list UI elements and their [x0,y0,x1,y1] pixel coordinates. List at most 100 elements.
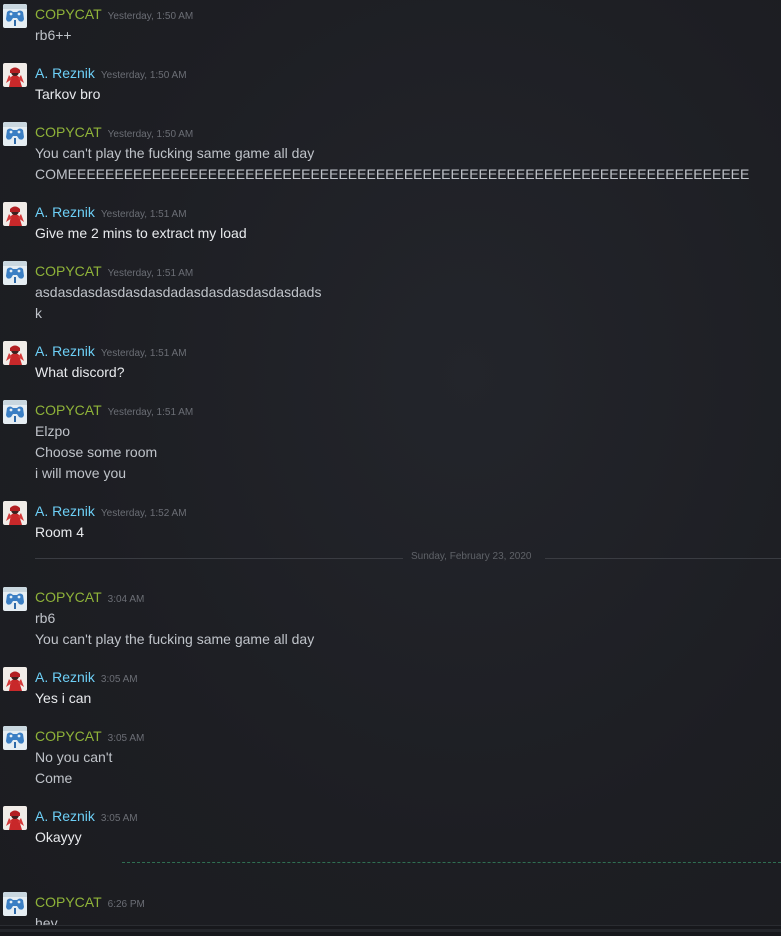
reznik-avatar[interactable] [3,806,27,830]
reznik-avatar[interactable] [3,341,27,365]
message-timestamp: Yesterday, 1:50 AM [100,70,187,81]
blue-controller-avatar-icon [3,892,27,916]
message-body: asdasdasdasdasdasdadasdasdasdasdasdads k [35,282,321,324]
message-header: COPYCAT 3:04 AM [35,588,144,606]
message-header: A. Reznik Yesterday, 1:52 AM [35,502,187,520]
message-timestamp: Yesterday, 1:50 AM [107,129,194,140]
copycat-avatar[interactable] [3,587,27,611]
message-body: No you can't Come [35,747,112,789]
divider-rule-right [545,558,781,559]
message-text: Choose some room [35,444,158,460]
red-character-avatar-icon [3,501,27,525]
message-body: Elzpo Choose some room i will move you [35,421,157,484]
message-timestamp: 3:05 AM [107,733,145,744]
copycat-avatar[interactable] [3,122,27,146]
message-timestamp: Yesterday, 1:52 AM [100,508,187,519]
copycat-avatar[interactable] [3,4,27,28]
message-timestamp: Yesterday, 1:51 AM [100,209,187,220]
message-header: A. Reznik 3:05 AM [35,668,138,686]
message-body: Tarkov bro [35,84,100,105]
blue-controller-avatar-icon [3,4,27,28]
message-body: Okayyy [35,827,82,848]
blue-controller-avatar-icon [3,726,27,750]
message-body: Room 4 [35,522,84,543]
message-header: A. Reznik Yesterday, 1:50 AM [35,64,187,82]
message-text: No you can't [35,749,113,765]
sender-name[interactable]: COPYCAT [35,263,102,279]
message-text: i will move you [35,465,127,481]
message-header: A. Reznik Yesterday, 1:51 AM [35,203,187,221]
message-text: You can't play the fucking same game all… [35,631,315,647]
message-header: A. Reznik 3:05 AM [35,807,138,825]
sender-name[interactable]: COPYCAT [35,124,102,140]
message-timestamp: 3:04 AM [107,594,145,605]
message-body: What discord? [35,362,124,383]
sender-name[interactable]: A. Reznik [35,808,95,824]
divider-rule-left [35,558,403,559]
sender-name[interactable]: A. Reznik [35,65,95,81]
message-text: rb6 [35,610,56,626]
message-text: You can't play the fucking same game all… [35,145,315,161]
message-body: rb6 You can't play the fucking same game … [35,608,314,650]
red-character-avatar-icon [3,667,27,691]
message-header: COPYCAT Yesterday, 1:50 AM [35,5,193,23]
message-timestamp: Yesterday, 1:50 AM [107,11,194,22]
message-text: Elzpo [35,423,71,439]
sender-name[interactable]: COPYCAT [35,402,102,418]
reznik-avatar[interactable] [3,63,27,87]
reznik-avatar[interactable] [3,667,27,691]
sender-name[interactable]: A. Reznik [35,204,95,220]
sender-name[interactable]: COPYCAT [35,6,102,22]
message-text: Give me 2 mins to extract my load [35,225,247,241]
red-character-avatar-icon [3,341,27,365]
blue-controller-avatar-icon [3,587,27,611]
message-timestamp: Yesterday, 1:51 AM [100,348,187,359]
sender-name[interactable]: COPYCAT [35,589,102,605]
date-divider: Sunday, February 23, 2020 [35,551,781,562]
message-timestamp: 3:05 AM [100,813,138,824]
blue-controller-avatar-icon [3,400,27,424]
copycat-avatar[interactable] [3,400,27,424]
message-body: You can't play the fucking same game all… [35,143,749,185]
message-text: Room 4 [35,524,85,540]
message-text: Yes i can [35,690,92,706]
sender-name[interactable]: A. Reznik [35,669,95,685]
message-body: Give me 2 mins to extract my load [35,223,247,244]
sender-name[interactable]: COPYCAT [35,728,102,744]
blue-controller-avatar-icon [3,261,27,285]
chat-input-edge [0,925,781,936]
message-header: A. Reznik Yesterday, 1:51 AM [35,342,187,360]
date-divider-label: Sunday, February 23, 2020 [411,551,532,562]
blue-controller-avatar-icon [3,122,27,146]
message-text: rb6++ [35,27,72,43]
chat-log: Sunday, February 23, 2020 COPYCAT Yesterd… [0,0,781,936]
message-timestamp: Yesterday, 1:51 AM [107,407,194,418]
sender-name[interactable]: A. Reznik [35,503,95,519]
red-character-avatar-icon [3,806,27,830]
copycat-avatar[interactable] [3,726,27,750]
message-header: COPYCAT Yesterday, 1:50 AM [35,123,193,141]
message-header: COPYCAT 6:26 PM [35,893,145,911]
copycat-avatar[interactable] [3,261,27,285]
red-character-avatar-icon [3,202,27,226]
reznik-avatar[interactable] [3,501,27,525]
message-timestamp: 3:05 AM [100,674,138,685]
sender-name[interactable]: A. Reznik [35,343,95,359]
reznik-avatar[interactable] [3,202,27,226]
message-text: What discord? [35,364,125,380]
message-timestamp: 6:26 PM [107,899,145,910]
message-text: k [35,305,42,321]
message-body: Yes i can [35,688,91,709]
message-text: asdasdasdasdasdasdadasdasdasdasdasdads [35,284,322,300]
message-text: COMEEEEEEEEEEEEEEEEEEEEEEEEEEEEEEEEEEEEE… [35,166,750,182]
sender-name[interactable]: COPYCAT [35,894,102,910]
copycat-avatar[interactable] [3,892,27,916]
message-header: COPYCAT 3:05 AM [35,727,144,745]
message-timestamp: Yesterday, 1:51 AM [107,268,194,279]
message-header: COPYCAT Yesterday, 1:51 AM [35,262,193,280]
message-text: Tarkov bro [35,86,101,102]
message-header: COPYCAT Yesterday, 1:51 AM [35,401,193,419]
message-text: Okayyy [35,829,82,845]
message-text: Come [35,770,73,786]
new-messages-marker [122,862,781,863]
